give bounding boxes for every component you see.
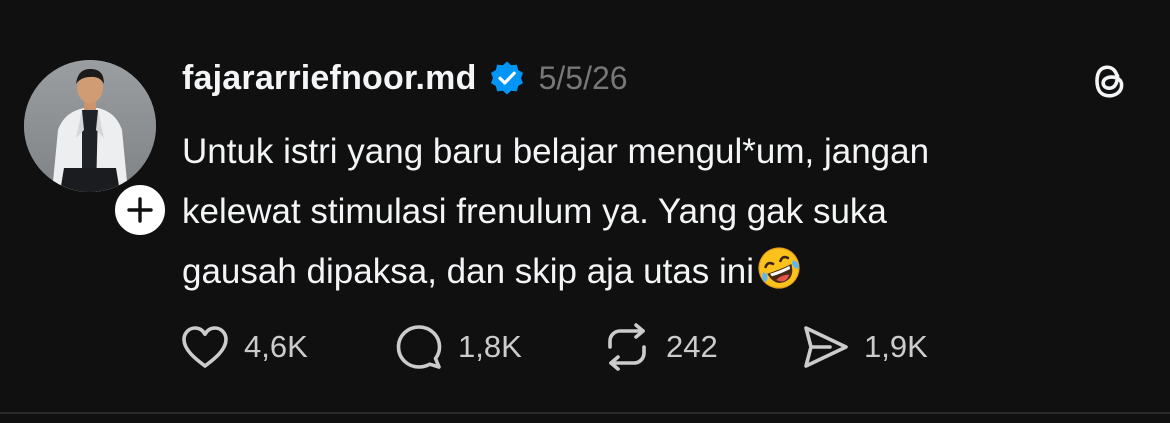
plus-icon [127,197,153,223]
share-count: 1,9K [864,329,928,364]
threads-logo-icon[interactable] [1084,56,1134,106]
thread-post: fajararriefnoor.md 5/5/26 Untuk istri ya… [0,0,1170,412]
post-timestamp: 5/5/26 [538,59,628,96]
post-text: Untuk istri yang baru belajar mengul*um,… [182,122,1082,302]
verified-badge-icon [489,60,525,96]
speech-bubble-icon [396,325,442,369]
like-button[interactable]: 4,6K [180,322,308,372]
reply-count: 1,8K [458,329,522,364]
avatar[interactable] [24,60,156,192]
repost-arrows-icon [608,323,646,371]
like-count: 4,6K [244,329,308,364]
post-header: fajararriefnoor.md 5/5/26 [182,56,628,100]
reply-button[interactable]: 1,8K [394,322,522,372]
repost-button[interactable]: 242 [602,322,718,372]
follow-button[interactable] [110,180,170,240]
avatar-container [24,60,170,240]
rolling-laughing-emoji-icon [756,245,802,291]
share-button[interactable]: 1,9K [800,322,928,372]
repost-count: 242 [666,329,718,364]
post-divider [0,412,1170,414]
username[interactable]: fajararriefnoor.md [182,59,477,98]
paper-plane-icon [804,326,848,368]
post-body: Untuk istri yang baru belajar mengul*um,… [182,132,930,291]
heart-icon [182,326,228,368]
